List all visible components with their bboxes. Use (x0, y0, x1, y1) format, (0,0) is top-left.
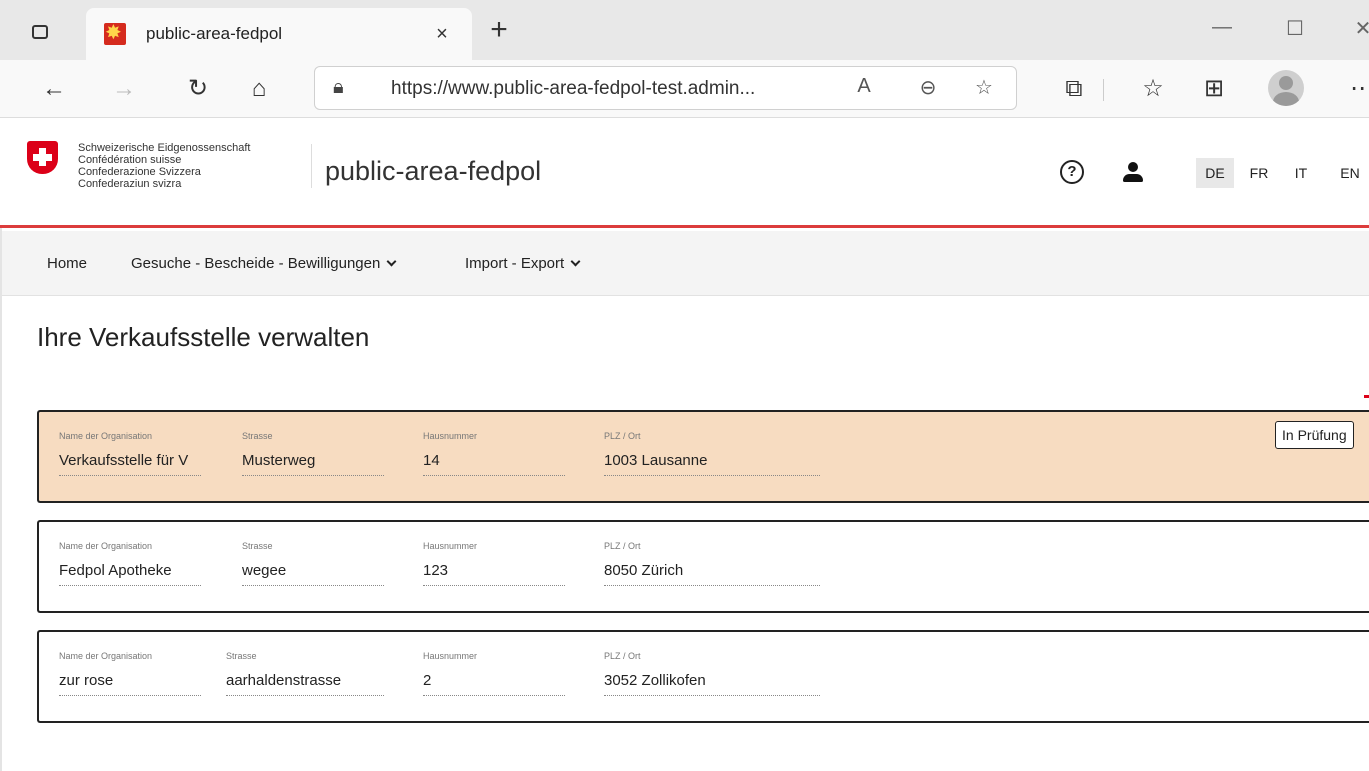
forward-icon: → (112, 75, 136, 102)
lang-it[interactable]: IT (1282, 158, 1320, 188)
field-label: Strasse (242, 541, 273, 551)
chevron-down-icon (570, 256, 581, 267)
refresh-icon[interactable]: ↻ (182, 73, 214, 105)
nav-import-export-label: Import - Export (465, 255, 565, 272)
field-city: PLZ / Ort 1003 Lausanne (604, 431, 820, 476)
confed-fr: Confédération suisse (78, 154, 182, 166)
site-header: Schweizerische Eidgenossenschaft Confédé… (0, 118, 1369, 228)
field-number: Hausnummer 123 (423, 541, 565, 586)
favorites-icon[interactable]: ☆ (1137, 73, 1169, 105)
lang-en[interactable]: EN (1331, 158, 1369, 188)
field-label: Name der Organisation (59, 431, 153, 441)
field-value: aarhaldenstrasse (226, 672, 384, 696)
nav-gesuche[interactable]: Gesuche - Bescheide - Bewilligungen (131, 255, 397, 272)
field-value: 8050 Zürich (604, 562, 820, 586)
more-menu-icon[interactable]: ⋯ (1346, 73, 1369, 105)
page-title: Ihre Verkaufsstelle verwalten (37, 322, 370, 352)
main-nav: Home Gesuche - Bescheide - Bewilligungen… (0, 231, 1369, 296)
browser-tab[interactable]: public-area-fedpol × (86, 8, 472, 60)
field-value: wegee (242, 562, 384, 586)
minimize-icon[interactable]: — (1207, 16, 1237, 39)
field-name: Name der Organisation Verkaufsstelle für… (59, 431, 201, 476)
nav-home-label: Home (47, 255, 88, 272)
confed-de: Schweizerische Eidgenossenschaft (78, 142, 251, 154)
home-icon[interactable]: ⌂ (243, 73, 275, 105)
field-label: PLZ / Ort (604, 541, 641, 551)
field-label: Name der Organisation (59, 541, 153, 551)
sales-point-card[interactable]: Name der Organisation Verkaufsstelle für… (37, 410, 1369, 503)
nav-home[interactable]: Home (47, 255, 87, 272)
confed-rm: Confederaziun svizra (78, 178, 182, 190)
header-divider (311, 144, 312, 188)
address-bar[interactable]: 🔒︎ https://www.public-area-fedpol-test.a… (314, 66, 1017, 110)
field-label: PLZ / Ort (604, 431, 641, 441)
field-value: 2 (423, 672, 565, 696)
extensions-icon[interactable]: ⧉ (1058, 73, 1090, 105)
zoom-icon[interactable]: ⊖ (915, 75, 941, 100)
fedpol-favicon-icon (104, 23, 126, 45)
field-city: PLZ / Ort 8050 Zürich (604, 541, 820, 586)
user-icon[interactable] (1122, 162, 1144, 184)
nav-gesuche-label: Gesuche - Bescheide - Bewilligungen (131, 255, 381, 272)
sales-point-card[interactable]: Name der Organisation Fedpol Apotheke St… (37, 520, 1369, 613)
read-aloud-icon[interactable]: A (851, 75, 877, 98)
field-value: 14 (423, 452, 565, 476)
field-number: Hausnummer 14 (423, 431, 565, 476)
field-street: Strasse aarhaldenstrasse (226, 651, 384, 696)
tab-actions-icon[interactable] (28, 20, 52, 44)
browser-toolbar: ← → ↻ ⌂ 🔒︎ https://www.public-area-fedpo… (0, 60, 1369, 118)
lang-de[interactable]: DE (1196, 158, 1234, 188)
field-value: 3052 Zollikofen (604, 672, 820, 696)
field-value: 1003 Lausanne (604, 452, 820, 476)
status-badge: In Prüfung (1275, 421, 1354, 449)
field-number: Hausnummer 2 (423, 651, 565, 696)
add-favorite-icon[interactable]: ☆ (971, 75, 997, 100)
field-street: Strasse wegee (242, 541, 384, 586)
collections-icon[interactable]: ⊞ (1198, 73, 1230, 105)
field-label: PLZ / Ort (604, 651, 641, 661)
field-label: Hausnummer (423, 651, 478, 661)
nav-import-export[interactable]: Import - Export (465, 255, 581, 272)
lang-fr[interactable]: FR (1240, 158, 1278, 188)
field-street: Strasse Musterweg (242, 431, 384, 476)
field-label: Name der Organisation (59, 651, 153, 661)
maximize-icon[interactable]: ☐ (1280, 16, 1310, 41)
field-name: Name der Organisation zur rose (59, 651, 201, 696)
profile-avatar-icon[interactable] (1268, 70, 1304, 106)
field-label: Strasse (226, 651, 257, 661)
toolbar-separator (1103, 79, 1104, 101)
field-label: Hausnummer (423, 431, 478, 441)
field-value: Verkaufsstelle für V (59, 452, 201, 476)
field-value: Musterweg (242, 452, 384, 476)
confederation-names: Schweizerische Eidgenossenschaft Confédé… (78, 142, 250, 190)
help-icon[interactable]: ? (1060, 160, 1084, 184)
tab-close-icon[interactable]: × (430, 23, 454, 46)
swiss-cross-logo-icon[interactable] (27, 141, 58, 174)
field-label: Hausnummer (423, 541, 478, 551)
browser-tab-strip: public-area-fedpol × + — ☐ ✕ (0, 0, 1369, 60)
field-city: PLZ / Ort 3052 Zollikofen (604, 651, 820, 696)
url-text[interactable]: https://www.public-area-fedpol-test.admi… (391, 78, 755, 100)
new-tab-icon[interactable]: + (484, 15, 514, 46)
sales-point-card[interactable]: Name der Organisation zur rose Strasse a… (37, 630, 1369, 723)
back-icon[interactable]: ← (38, 73, 70, 105)
scroll-indicator (1364, 395, 1369, 398)
page-left-edge (0, 228, 2, 771)
site-title[interactable]: public-area-fedpol (325, 156, 541, 187)
tab-title: public-area-fedpol (146, 24, 283, 43)
close-window-icon[interactable]: ✕ (1348, 16, 1369, 41)
field-value: 123 (423, 562, 565, 586)
field-value: zur rose (59, 672, 201, 696)
field-value: Fedpol Apotheke (59, 562, 201, 586)
lock-icon[interactable]: 🔒︎ (333, 76, 344, 99)
chevron-down-icon (386, 256, 397, 267)
field-name: Name der Organisation Fedpol Apotheke (59, 541, 201, 586)
confed-it: Confederazione Svizzera (78, 166, 201, 178)
field-label: Strasse (242, 431, 273, 441)
